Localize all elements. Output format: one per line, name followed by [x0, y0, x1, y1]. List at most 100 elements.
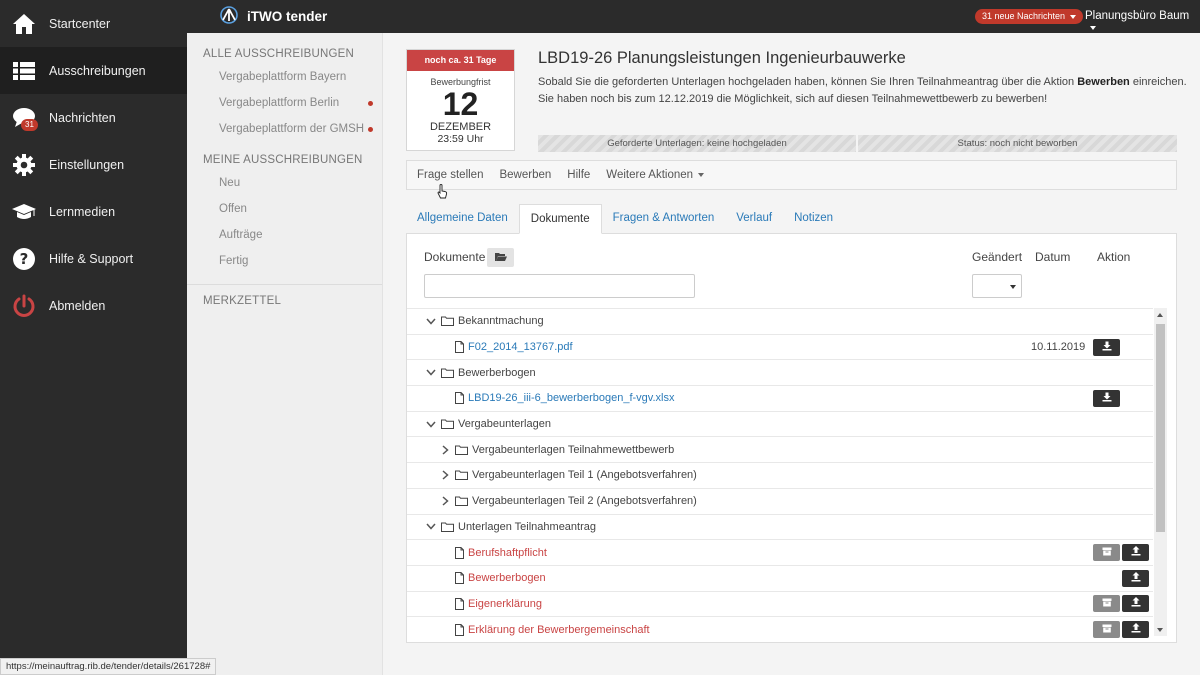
- tab-documents[interactable]: Dokumente: [518, 204, 602, 234]
- section-title-merkzettel[interactable]: MERKZETTEL: [187, 295, 382, 307]
- file-icon: [455, 546, 464, 559]
- folder-row[interactable]: Vergabeunterlagen: [407, 410, 1153, 437]
- folder-name: Vergabeunterlagen: [458, 418, 551, 431]
- document-date: 10.11.2019: [1031, 341, 1086, 354]
- chevron-down-icon[interactable]: [426, 316, 436, 326]
- subnav-item-fertig[interactable]: Fertig: [187, 248, 382, 274]
- folder-row[interactable]: Vergabeunterlagen Teil 1 (Angebotsverfah…: [407, 462, 1153, 488]
- help-button[interactable]: Hilfe: [567, 169, 590, 181]
- subnav-item-bayern[interactable]: Vergabeplattform Bayern: [187, 64, 382, 90]
- upload-button[interactable]: [1122, 544, 1149, 562]
- messages-count-badge: 31: [21, 118, 38, 131]
- tab-questions-answers[interactable]: Fragen & Antworten: [602, 204, 726, 233]
- nav-item-nachrichten[interactable]: 31 Nachrichten: [0, 94, 187, 141]
- chevron-right-icon[interactable]: [440, 470, 450, 481]
- document-name-link[interactable]: LBD19-26_iii-6_bewerberbogen_f-vgv.xlsx: [468, 392, 674, 404]
- document-row[interactable]: Berufshaftpflicht: [407, 539, 1153, 565]
- nav-label: Ausschreibungen: [49, 63, 146, 78]
- archive-button[interactable]: [1093, 544, 1120, 562]
- more-actions-dropdown[interactable]: Weitere Aktionen: [606, 169, 705, 181]
- folder-row[interactable]: Vergabeunterlagen Teil 2 (Angebotsverfah…: [407, 487, 1153, 514]
- action-bar: Frage stellen Bewerben Hilfe Weitere Akt…: [406, 160, 1177, 190]
- subnav-item-auftraege[interactable]: Aufträge: [187, 222, 382, 248]
- nav-label: Einstellungen: [49, 157, 125, 172]
- subnav-label: Neu: [219, 177, 241, 189]
- upload-button[interactable]: [1122, 621, 1149, 639]
- subnav-label: Vergabeplattform Berlin: [219, 97, 340, 109]
- folder-row[interactable]: Bekanntmachung: [407, 308, 1153, 334]
- chevron-down-icon[interactable]: [426, 522, 436, 532]
- folder-row[interactable]: Vergabeunterlagen Teilnahmewettbewerb: [407, 436, 1153, 462]
- download-button[interactable]: [1093, 338, 1120, 356]
- document-row[interactable]: F02_2014_13767.pdf 10.11.2019: [407, 333, 1153, 360]
- document-name-link[interactable]: Bewerberbogen: [468, 572, 546, 584]
- application-status-bar: Status: noch nicht beworben: [858, 135, 1177, 152]
- home-icon: [11, 11, 37, 37]
- app-brand[interactable]: iTWO tender: [219, 6, 327, 27]
- power-icon: [11, 293, 37, 319]
- deadline-day: 12: [442, 86, 479, 122]
- company-menu[interactable]: Planungsbüro Baum: [1085, 10, 1200, 34]
- nav-item-startcenter[interactable]: Startcenter: [0, 0, 187, 47]
- folder-icon: [441, 368, 454, 378]
- nav-item-hilfe-support[interactable]: ? Hilfe & Support: [0, 235, 187, 282]
- chevron-right-icon[interactable]: [440, 496, 450, 506]
- nav-item-abmelden[interactable]: Abmelden: [0, 282, 187, 329]
- document-row[interactable]: Erklärung der Bewerbergemeinschaft: [407, 616, 1153, 642]
- document-row[interactable]: LBD19-26_iii-6_bewerberbogen_f-vgv.xlsx: [407, 385, 1153, 411]
- archive-icon: [1102, 598, 1112, 610]
- tab-history[interactable]: Verlauf: [725, 204, 783, 233]
- document-name-link[interactable]: Eigenerklärung: [468, 598, 542, 610]
- subnav-label: Vergabeplattform Bayern: [219, 71, 347, 83]
- folder-row[interactable]: Bewerberbogen: [407, 359, 1153, 385]
- subnav-label: Offen: [219, 203, 247, 215]
- chevron-down-icon[interactable]: [426, 368, 436, 378]
- scroll-down-icon[interactable]: [1157, 628, 1163, 632]
- nav-item-lernmedien[interactable]: Lernmedien: [0, 188, 187, 235]
- subnav-item-berlin[interactable]: Vergabeplattform Berlin: [187, 90, 382, 116]
- new-messages-label: 31 neue Nachrichten: [982, 11, 1066, 21]
- document-row[interactable]: Bewerberbogen: [407, 564, 1153, 591]
- subnav-item-gmsh[interactable]: Vergabeplattform der GMSH: [187, 116, 382, 142]
- new-messages-badge[interactable]: 31 neue Nachrichten: [975, 9, 1084, 24]
- column-header-action: Aktion: [1097, 250, 1131, 264]
- folder-row[interactable]: Unterlagen Teilnahmeantrag: [407, 513, 1153, 540]
- folder-toggle-button[interactable]: [487, 248, 514, 267]
- tender-subnav: ALLE AUSSCHREIBUNGEN Vergabeplattform Ba…: [187, 33, 383, 675]
- deadline-remaining: noch ca. 31 Tage: [407, 50, 514, 71]
- document-row[interactable]: Eigenerklärung: [407, 590, 1153, 617]
- subnav-item-offen[interactable]: Offen: [187, 196, 382, 222]
- apply-button[interactable]: Bewerben: [499, 169, 551, 181]
- tab-notes[interactable]: Notizen: [783, 204, 844, 233]
- document-filter-input[interactable]: [424, 274, 695, 298]
- nav-label: Hilfe & Support: [49, 251, 134, 266]
- chevron-right-icon[interactable]: [440, 445, 450, 455]
- file-icon: [455, 392, 464, 405]
- chevron-down-icon[interactable]: [426, 419, 436, 429]
- upload-button[interactable]: [1122, 569, 1149, 587]
- chevron-down-icon: [698, 172, 705, 177]
- scroll-thumb[interactable]: [1156, 324, 1165, 532]
- nav-item-einstellungen[interactable]: Einstellungen: [0, 141, 187, 188]
- upload-button[interactable]: [1122, 595, 1149, 613]
- document-name-link[interactable]: Erklärung der Bewerbergemeinschaft: [468, 624, 650, 636]
- archive-button[interactable]: [1093, 621, 1120, 639]
- document-name-link[interactable]: F02_2014_13767.pdf: [468, 341, 573, 353]
- itwo-logo-icon: [219, 6, 239, 27]
- changed-filter-select[interactable]: [972, 274, 1022, 298]
- scroll-up-icon[interactable]: [1157, 313, 1163, 317]
- folder-name: Unterlagen Teilnahmeantrag: [458, 520, 596, 533]
- subnav-item-neu[interactable]: Neu: [187, 170, 382, 196]
- nav-item-ausschreibungen[interactable]: Ausschreibungen: [0, 47, 187, 94]
- upload-icon: [1131, 546, 1141, 559]
- description-line-1: Sobald Sie die geforderten Unterlagen ho…: [538, 74, 1187, 91]
- download-button[interactable]: [1093, 389, 1120, 407]
- app-name: iTWO tender: [247, 9, 328, 24]
- subnav-label: Aufträge: [219, 229, 263, 241]
- ask-question-button[interactable]: Frage stellen: [417, 169, 483, 181]
- folder-open-icon: [494, 251, 507, 265]
- tree-scrollbar[interactable]: [1154, 308, 1167, 636]
- document-name-link[interactable]: Berufshaftpflicht: [468, 547, 547, 559]
- tab-general-data[interactable]: Allgemeine Daten: [406, 204, 519, 233]
- archive-button[interactable]: [1093, 595, 1120, 613]
